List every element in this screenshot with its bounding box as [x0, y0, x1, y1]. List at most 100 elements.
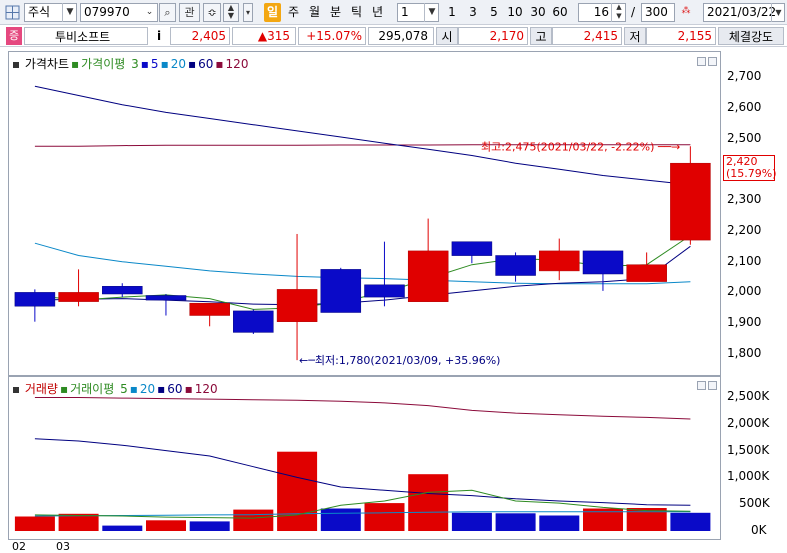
- y-tick-label: 1,800: [727, 346, 762, 360]
- volume-bar: [364, 503, 405, 531]
- legend-ma5[interactable]: 5: [151, 57, 159, 71]
- tab-period-minute[interactable]: 분: [327, 3, 344, 22]
- legend-price-chart[interactable]: 가격차트: [25, 57, 69, 71]
- interval-30-button[interactable]: 30: [527, 3, 549, 22]
- low-label: 저: [624, 27, 646, 45]
- volume-bar: [539, 515, 580, 531]
- interval-30-label: 30: [530, 5, 546, 19]
- volume-bar: [495, 513, 536, 531]
- panel-close-icon[interactable]: [708, 381, 717, 390]
- y-tick-label: 0K: [751, 523, 767, 537]
- current-price-tag-pct: (15.79%): [726, 167, 777, 181]
- interval-5-button[interactable]: 5: [486, 3, 502, 22]
- volume-bar: [408, 474, 449, 531]
- legend-ma60[interactable]: 60: [198, 57, 213, 71]
- volume-chart: [14, 397, 711, 531]
- volume-bar: [277, 451, 318, 531]
- tab-period-tick-label: 틱: [350, 5, 363, 19]
- related-button[interactable]: 관: [179, 3, 200, 22]
- options-icon[interactable]: ⁂: [677, 3, 695, 22]
- search-icon[interactable]: ⌕: [159, 3, 176, 22]
- date-dropdown-icon[interactable]: ▼: [771, 3, 785, 22]
- tab-period-week[interactable]: 주: [285, 3, 302, 22]
- candle-body: [58, 292, 99, 302]
- volume-legend: 거래량 ▪ 거래이평 5 ▪ 20 ▪ 60 ▪ 120: [13, 380, 220, 397]
- volume-chart-panel: 거래량 ▪ 거래이평 5 ▪ 20 ▪ 60 ▪ 120: [8, 376, 721, 540]
- legend-vma20[interactable]: 20: [140, 382, 155, 396]
- count-separator-text: /: [630, 5, 636, 19]
- price-ma120-line: [34, 85, 691, 186]
- interval-3-button[interactable]: 3: [465, 3, 481, 22]
- tab-period-tick[interactable]: 틱: [348, 3, 365, 22]
- high-price: 2,415: [583, 29, 618, 43]
- legend-vma120[interactable]: 120: [195, 382, 218, 396]
- stock-name-box[interactable]: 투비소프트: [24, 27, 148, 45]
- count-stepper-icon[interactable]: ▲ ▼: [611, 3, 626, 22]
- tab-period-year[interactable]: 년: [369, 3, 386, 22]
- interval-10-label: 10: [507, 5, 523, 19]
- tab-period-month[interactable]: 월: [306, 3, 323, 22]
- volume-y-axis: 2,500K 2,000K 1,500K 1,000K 500K 0K: [721, 376, 787, 540]
- candle-body: [451, 241, 493, 256]
- y-tick-label: 2,000: [727, 284, 762, 299]
- panel-close-icon[interactable]: [708, 57, 717, 66]
- legend-vma5[interactable]: 5: [120, 382, 128, 396]
- price-chart: 최고:2,475(2021/03/22, -2.22%) ──→ ←─최저:1,7…: [14, 85, 711, 367]
- strength-button[interactable]: 체결강도: [718, 27, 784, 45]
- tab-period-month-label: 월: [308, 5, 321, 19]
- y-tick-label: 1,500K: [727, 442, 770, 457]
- interval-60-label: 60: [552, 5, 568, 19]
- volume-bar: [14, 516, 55, 531]
- refresh-icon[interactable]: ≎: [203, 3, 221, 22]
- candle-body: [276, 289, 318, 322]
- x-tick-label: 03: [56, 540, 70, 553]
- price-legend: 가격차트 ▪ 가격이평 3 ▪ 5 ▪ 20 ▪ 60 ▪ 120: [13, 55, 250, 72]
- legend-ma120[interactable]: 120: [226, 57, 249, 71]
- legend-marker-icon: [13, 386, 19, 393]
- volume-bar: [320, 508, 361, 531]
- candle-body: [14, 292, 56, 307]
- open-price: 2,170: [489, 29, 524, 43]
- current-price: 2,405: [191, 29, 226, 43]
- low-price: 2,155: [677, 29, 712, 43]
- price-change-pct: +15.07%: [306, 29, 362, 43]
- legend-vma60[interactable]: 60: [167, 382, 182, 396]
- market-dropdown-icon[interactable]: ▼: [62, 3, 77, 22]
- interval-10-button[interactable]: 10: [504, 3, 526, 22]
- legend-volume-ma[interactable]: 거래이평: [70, 382, 114, 396]
- x-tick-label: 02: [12, 540, 26, 553]
- candle-body: [670, 162, 711, 241]
- panel-minimize-icon[interactable]: [697, 381, 706, 390]
- legend-marker-icon: [13, 61, 19, 68]
- high-annotation: 최고:2,475(2021/03/22, -2.22%) ──→: [481, 140, 680, 153]
- current-price-tag: 2,420 (15.79%): [723, 155, 777, 182]
- total-input[interactable]: 300: [641, 3, 675, 22]
- legend-ma20[interactable]: 20: [171, 57, 186, 71]
- volume-bar: [102, 525, 143, 531]
- stepper-icon[interactable]: ▲ ▼: [223, 3, 239, 22]
- info-button[interactable]: i: [150, 27, 168, 45]
- code-chevron-icon[interactable]: ⌄: [142, 3, 157, 22]
- y-tick-label: 2,000K: [727, 415, 770, 430]
- chevron-down-icon[interactable]: ▾: [243, 3, 253, 22]
- y-tick-label: 2,700: [727, 69, 762, 83]
- tab-period-day-label: 일: [266, 5, 279, 19]
- candle-body: [539, 250, 580, 272]
- interval-60-button[interactable]: 60: [549, 3, 571, 22]
- candle-body: [626, 264, 667, 282]
- legend-ma3[interactable]: 3: [131, 57, 139, 71]
- legend-price-ma[interactable]: 가격이평: [81, 57, 125, 71]
- code-input-value: 079970: [84, 5, 130, 19]
- interval-1-button[interactable]: 1: [444, 3, 460, 22]
- grid-icon[interactable]: [4, 3, 22, 22]
- count-input-value: 16: [593, 5, 609, 19]
- volume-bar: [189, 521, 230, 531]
- volume-bar: [233, 509, 274, 531]
- legend-volume[interactable]: 거래량: [25, 382, 58, 396]
- open-label: 시: [436, 27, 458, 45]
- tab-period-day[interactable]: 일: [264, 3, 281, 22]
- interval-dropdown-icon[interactable]: ▼: [424, 3, 439, 22]
- candle-body: [407, 250, 449, 302]
- panel-minimize-icon[interactable]: [697, 57, 706, 66]
- stock-badge: 증: [6, 27, 22, 45]
